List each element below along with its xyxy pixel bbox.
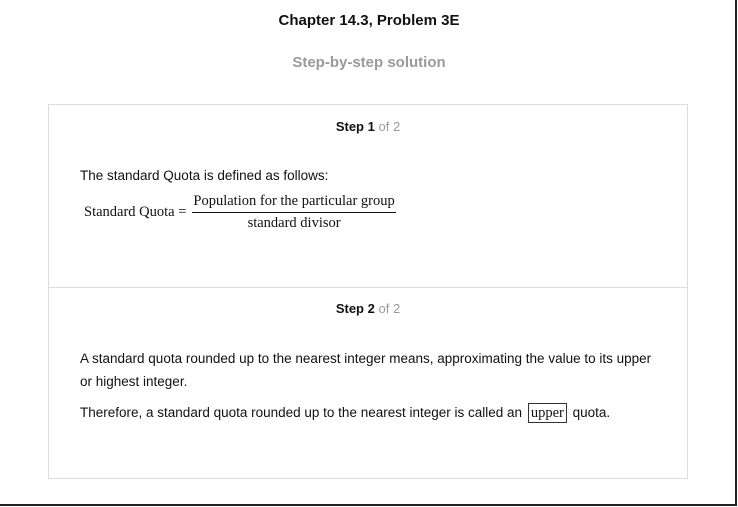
solution-card: Step 1 of 2 The standard Quota is define… bbox=[48, 104, 688, 479]
page-title: Chapter 14.3, Problem 3E bbox=[278, 12, 460, 29]
explanation-paragraph: A standard quota rounded up to the neare… bbox=[80, 351, 652, 389]
step-2-number: 2 bbox=[367, 301, 375, 316]
step-1-header: Step 1 of 2 bbox=[49, 119, 687, 134]
conclusion-paragraph: Therefore, a standard quota rounded up t… bbox=[80, 401, 670, 424]
step-1-label: Step bbox=[335, 119, 364, 134]
formula-denominator: standard divisor bbox=[247, 215, 341, 231]
step-2-header: Step 2 of 2 bbox=[49, 301, 687, 316]
step-1-section: Step 1 of 2 The standard Quota is define… bbox=[49, 105, 687, 288]
standard-quota-formula: Standard Quota = Population for the part… bbox=[84, 193, 396, 232]
step-2-label: Step bbox=[335, 301, 364, 316]
formula-fraction: Population for the particular group stan… bbox=[192, 193, 396, 232]
conclusion-text-after: quota. bbox=[572, 405, 611, 420]
formula-numerator: Population for the particular group bbox=[192, 193, 396, 213]
answer-box: upper bbox=[527, 403, 567, 423]
formula-lhs: Standard Quota = bbox=[84, 204, 187, 220]
conclusion-text-before: Therefore, a standard quota rounded up t… bbox=[80, 405, 523, 420]
step-2-total: of 2 bbox=[378, 301, 401, 316]
page-subtitle: Step-by-step solution bbox=[292, 54, 446, 71]
step-2-section: Step 2 of 2 A standard quota rounded up … bbox=[49, 287, 687, 478]
definition-text: The standard Quota is defined as follows… bbox=[80, 168, 329, 183]
step-1-total: of 2 bbox=[378, 119, 401, 134]
step-1-number: 1 bbox=[367, 119, 375, 134]
